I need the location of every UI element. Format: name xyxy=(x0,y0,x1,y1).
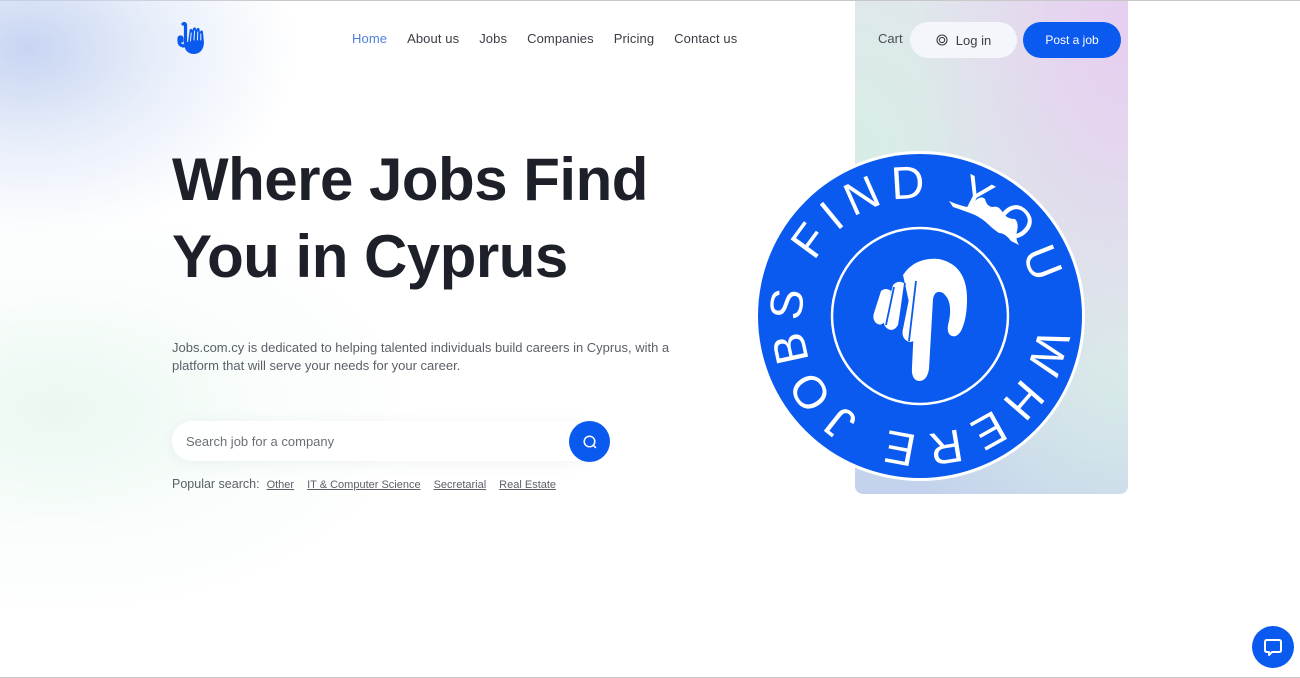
job-search-input[interactable] xyxy=(172,421,592,461)
popular-searches: Popular search: Other IT & Computer Scie… xyxy=(172,477,569,491)
popular-search-link[interactable]: Secretarial xyxy=(434,479,487,491)
nav-jobs[interactable]: Jobs xyxy=(479,31,507,46)
cart-link[interactable]: Cart xyxy=(878,31,903,46)
post-job-button[interactable]: Post a job xyxy=(1023,22,1121,58)
site-logo[interactable] xyxy=(176,21,206,57)
hero-title-line-2: You in Cyprus xyxy=(172,223,568,290)
nav-contact-us[interactable]: Contact us xyxy=(674,31,737,46)
hero-title-line-1: Where Jobs Find xyxy=(172,146,648,213)
popular-search-label: Popular search: xyxy=(172,477,260,491)
popular-search-link[interactable]: IT & Computer Science xyxy=(307,479,421,491)
chat-bubble-icon xyxy=(1264,639,1282,656)
nav-companies[interactable]: Companies xyxy=(527,31,594,46)
login-label: Log in xyxy=(955,32,992,48)
main-nav: Home About us Jobs Companies Pricing Con… xyxy=(352,31,757,46)
nav-home[interactable]: Home xyxy=(352,31,387,46)
login-button[interactable]: Log in xyxy=(910,22,1017,58)
popular-search-link[interactable]: Other xyxy=(267,479,295,491)
hero-title: Where Jobs Find You in Cyprus xyxy=(172,141,732,295)
search-button[interactable] xyxy=(569,421,610,462)
search-icon xyxy=(582,434,596,448)
nav-about-us[interactable]: About us xyxy=(407,31,459,46)
job-search-form xyxy=(172,421,610,463)
popular-search-link[interactable]: Real Estate xyxy=(499,479,556,491)
live-chat-button[interactable] xyxy=(1252,626,1294,668)
user-circle-icon xyxy=(936,34,948,46)
nav-pricing[interactable]: Pricing xyxy=(614,31,654,46)
where-jobs-find-you-badge: WHERE JOBS FIND YOU xyxy=(753,150,1085,483)
pointing-hand-icon xyxy=(177,22,204,54)
hero-description: Jobs.com.cy is dedicated to helping tale… xyxy=(172,340,670,373)
